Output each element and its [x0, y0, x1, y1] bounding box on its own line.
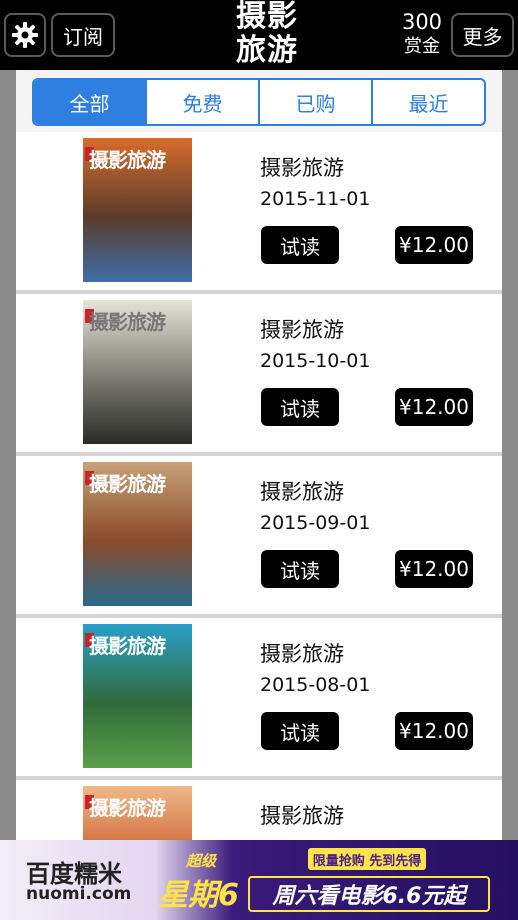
top-bar: 订阅 摄影 旅游 300 赏金 更多: [0, 0, 518, 70]
buy-button[interactable]: ¥12.00: [395, 550, 473, 588]
issue-title: 摄影旅游: [260, 318, 344, 342]
logo-line-1: 摄影: [236, 0, 298, 34]
tab-free[interactable]: 免费: [147, 80, 260, 124]
buy-button[interactable]: ¥12.00: [395, 226, 473, 264]
issue-title: 摄影旅游: [260, 156, 344, 180]
tab-all[interactable]: 全部: [34, 80, 147, 124]
cover-masthead: 摄影旅游: [89, 796, 166, 820]
issue-date: 2015-10-01: [260, 350, 371, 372]
buy-button[interactable]: ¥12.00: [395, 388, 473, 426]
preview-button[interactable]: 试读: [261, 388, 339, 426]
issue-list: 摄影旅游 摄影旅游 2015-11-01 试读 ¥12.00 摄影旅游 摄影旅游…: [16, 132, 502, 840]
app-logo: 摄影 旅游: [230, 0, 304, 70]
cover-masthead: 摄影旅游: [89, 310, 166, 334]
issue-date: 2015-08-01: [260, 674, 371, 696]
preview-button[interactable]: 试读: [261, 712, 339, 750]
cover-masthead: 摄影旅游: [89, 634, 166, 658]
buy-button[interactable]: ¥12.00: [395, 712, 473, 750]
ad-week-label: 星期6: [158, 878, 239, 913]
list-item[interactable]: 摄影旅游 摄影旅游 2015-10-01 试读 ¥12.00: [16, 294, 502, 456]
tab-recent[interactable]: 最近: [373, 80, 484, 124]
more-button[interactable]: 更多: [451, 13, 514, 57]
issue-cover[interactable]: 摄影旅游: [83, 462, 192, 606]
settings-button[interactable]: [4, 13, 46, 57]
cover-masthead: 摄影旅游: [89, 148, 166, 172]
issue-cover[interactable]: 摄影旅游: [83, 300, 192, 444]
filter-bar: 全部 免费 已购 最近: [16, 70, 502, 132]
list-item[interactable]: 摄影旅游 摄影旅游: [16, 780, 502, 840]
list-item[interactable]: 摄影旅游 摄影旅游 2015-09-01 试读 ¥12.00: [16, 456, 502, 618]
cover-masthead: 摄影旅游: [89, 472, 166, 496]
issue-date: 2015-09-01: [260, 512, 371, 534]
reward-balance: 300 赏金: [395, 9, 449, 59]
preview-button[interactable]: 试读: [261, 226, 339, 264]
logo-line-2: 旅游: [236, 33, 298, 68]
ad-slogan: 周六看电影6.6元起: [248, 876, 490, 912]
issue-panel: 全部 免费 已购 最近 摄影旅游 摄影旅游 2015-11-01 试读 ¥12.…: [16, 70, 502, 840]
issue-date: 2015-11-01: [260, 188, 371, 210]
issue-title: 摄影旅游: [260, 642, 344, 666]
ad-banner[interactable]: 百度糯米 nuomi.com 超级 星期6 限量抢购 先到先得 周六看电影6.6…: [0, 840, 518, 920]
filter-segmented-control: 全部 免费 已购 最近: [32, 78, 486, 126]
list-item[interactable]: 摄影旅游 摄影旅游 2015-11-01 试读 ¥12.00: [16, 132, 502, 294]
issue-cover[interactable]: 摄影旅游: [83, 138, 192, 282]
gear-icon: [12, 22, 38, 48]
issue-title: 摄影旅游: [260, 804, 344, 828]
tab-purchased[interactable]: 已购: [260, 80, 373, 124]
reward-label: 赏金: [404, 36, 440, 57]
list-item[interactable]: 摄影旅游 摄影旅游 2015-08-01 试读 ¥12.00: [16, 618, 502, 780]
preview-button[interactable]: 试读: [261, 550, 339, 588]
issue-cover[interactable]: 摄影旅游: [83, 624, 192, 768]
issue-cover[interactable]: 摄影旅游: [83, 786, 192, 840]
ad-tag: 限量抢购 先到先得: [308, 848, 426, 870]
ad-super-label: 超级: [186, 852, 217, 870]
reward-amount: 300: [401, 10, 443, 34]
subscribe-button[interactable]: 订阅: [51, 13, 115, 57]
issue-title: 摄影旅游: [260, 480, 344, 504]
ad-domain: nuomi.com: [26, 884, 132, 904]
